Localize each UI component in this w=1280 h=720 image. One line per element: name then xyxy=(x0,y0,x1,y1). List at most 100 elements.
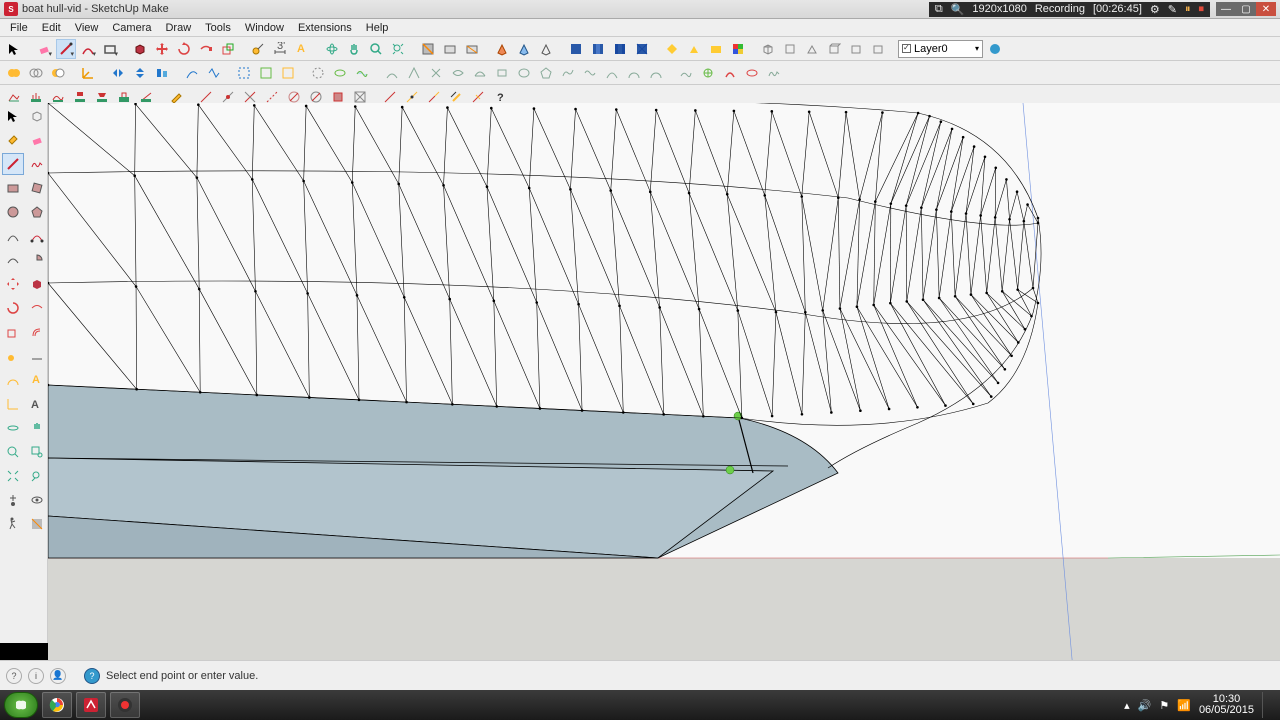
show-desktop-button[interactable] xyxy=(1262,692,1270,718)
arc-c-icon[interactable] xyxy=(426,63,446,83)
menu-window[interactable]: Window xyxy=(239,20,290,36)
sandbox-1-icon[interactable] xyxy=(676,63,696,83)
layer-selector[interactable]: Layer0 ▾ xyxy=(898,40,983,58)
backedges-icon[interactable] xyxy=(514,39,534,59)
credits-icon[interactable]: i xyxy=(28,668,44,684)
view-front-icon[interactable] xyxy=(802,39,822,59)
lt-circle-icon[interactable] xyxy=(2,201,24,223)
eraser-tool-icon[interactable] xyxy=(34,39,54,59)
tray-flag-icon[interactable]: ⚑ xyxy=(1159,699,1169,712)
ellipse-icon[interactable] xyxy=(742,63,762,83)
view-top-icon[interactable] xyxy=(780,39,800,59)
lt-offset-icon[interactable] xyxy=(26,321,48,343)
group-sel-icon[interactable] xyxy=(234,63,254,83)
help-icon[interactable]: ? xyxy=(84,668,100,684)
sandbox-2-icon[interactable] xyxy=(698,63,718,83)
style-4-icon[interactable] xyxy=(632,39,652,59)
entity-info-icon[interactable] xyxy=(330,63,350,83)
clock[interactable]: 10:30 06/05/2015 xyxy=(1199,694,1254,716)
shadow-icon[interactable] xyxy=(662,39,682,59)
lt-followme-icon[interactable] xyxy=(26,297,48,319)
outliner-icon[interactable] xyxy=(308,63,328,83)
arc-tool-icon[interactable] xyxy=(78,39,98,59)
rectangle-tool-icon[interactable] xyxy=(100,39,120,59)
menu-tools[interactable]: Tools xyxy=(199,20,237,36)
lt-text-icon[interactable]: A xyxy=(26,369,48,391)
lt-walk-icon[interactable] xyxy=(2,513,24,535)
menu-view[interactable]: View xyxy=(69,20,105,36)
section-display-icon[interactable] xyxy=(440,39,460,59)
solid-subtract-icon[interactable] xyxy=(48,63,68,83)
lt-zoomext-icon[interactable] xyxy=(2,465,24,487)
lt-pie-icon[interactable] xyxy=(26,249,48,271)
lt-look-icon[interactable] xyxy=(26,489,48,511)
polygon-shape-icon[interactable] xyxy=(536,63,556,83)
lt-pan-icon[interactable] xyxy=(26,417,48,439)
lt-line-icon[interactable] xyxy=(2,153,24,175)
menu-edit[interactable]: Edit xyxy=(36,20,67,36)
rec-stop-icon[interactable]: ⏹ xyxy=(1199,3,1205,16)
wireframe-icon[interactable] xyxy=(536,39,556,59)
arc-b-icon[interactable] xyxy=(404,63,424,83)
geo-location-icon[interactable]: ? xyxy=(6,668,22,684)
lt-arc-icon[interactable] xyxy=(2,225,24,247)
group-edit-icon[interactable] xyxy=(278,63,298,83)
lt-eraser-icon[interactable] xyxy=(26,129,48,151)
start-button[interactable] xyxy=(4,692,38,718)
lt-move-icon[interactable] xyxy=(2,273,24,295)
lt-zoomwin-icon[interactable] xyxy=(26,441,48,463)
lt-rotrect-icon[interactable] xyxy=(26,177,48,199)
section-cut-icon[interactable] xyxy=(462,39,482,59)
arc-d-icon[interactable] xyxy=(448,63,468,83)
rec-pencil-icon[interactable]: ✎ xyxy=(1168,3,1177,16)
arc2-icon[interactable] xyxy=(602,63,622,83)
arc-a-icon[interactable] xyxy=(382,63,402,83)
rotate-tool-icon[interactable] xyxy=(174,39,194,59)
signin-icon[interactable]: 👤 xyxy=(50,668,66,684)
move-tool-icon[interactable] xyxy=(152,39,172,59)
task-sketchup-icon[interactable] xyxy=(76,692,106,718)
lt-freehand-icon[interactable] xyxy=(26,153,48,175)
color-by-layer-icon[interactable] xyxy=(706,39,726,59)
tray-up-icon[interactable]: ▴ xyxy=(1124,699,1130,712)
lt-3dtext-icon[interactable]: A xyxy=(26,393,48,415)
freehand-icon[interactable] xyxy=(764,63,784,83)
wave-icon[interactable] xyxy=(580,63,600,83)
menu-camera[interactable]: Camera xyxy=(106,20,157,36)
lt-rectangle-icon[interactable] xyxy=(2,177,24,199)
lt-prev-icon[interactable] xyxy=(26,465,48,487)
axes-icon[interactable] xyxy=(78,63,98,83)
tray-network-icon[interactable]: 📶 xyxy=(1177,699,1191,712)
curve-2-icon[interactable] xyxy=(204,63,224,83)
menu-help[interactable]: Help xyxy=(360,20,395,36)
pushpull-tool-icon[interactable] xyxy=(130,39,150,59)
group-add-icon[interactable] xyxy=(256,63,276,83)
arc3-icon[interactable] xyxy=(624,63,644,83)
rect-shape-icon[interactable] xyxy=(492,63,512,83)
lt-protractor-icon[interactable] xyxy=(2,369,24,391)
section-plane-icon[interactable] xyxy=(418,39,438,59)
lt-component-icon[interactable] xyxy=(26,105,48,127)
view-iso-icon[interactable] xyxy=(758,39,778,59)
rec-settings-icon[interactable]: ⚙ xyxy=(1150,3,1160,16)
menu-file[interactable]: File xyxy=(4,20,34,36)
lt-orbit-icon[interactable] xyxy=(2,417,24,439)
viewport[interactable] xyxy=(48,103,1280,670)
scale-tool-icon[interactable] xyxy=(218,39,238,59)
close-button[interactable]: ✕ xyxy=(1256,2,1276,16)
lt-scale-icon[interactable] xyxy=(2,321,24,343)
lt-tape-icon[interactable] xyxy=(2,345,24,367)
fog-icon[interactable] xyxy=(684,39,704,59)
style-3-icon[interactable] xyxy=(610,39,630,59)
zoom-tool-icon[interactable] xyxy=(366,39,386,59)
lt-axes-icon[interactable] xyxy=(2,393,24,415)
select-tool-icon[interactable] xyxy=(4,39,24,59)
lt-pushpull-icon[interactable] xyxy=(26,273,48,295)
line-tool-icon[interactable] xyxy=(56,39,76,59)
flip-h-icon[interactable] xyxy=(108,63,128,83)
lt-position-icon[interactable] xyxy=(2,489,24,511)
orbit-tool-icon[interactable] xyxy=(322,39,342,59)
zoom-extents-tool-icon[interactable] xyxy=(388,39,408,59)
lt-rotate-icon[interactable] xyxy=(2,297,24,319)
lt-section-icon[interactable] xyxy=(26,513,48,535)
